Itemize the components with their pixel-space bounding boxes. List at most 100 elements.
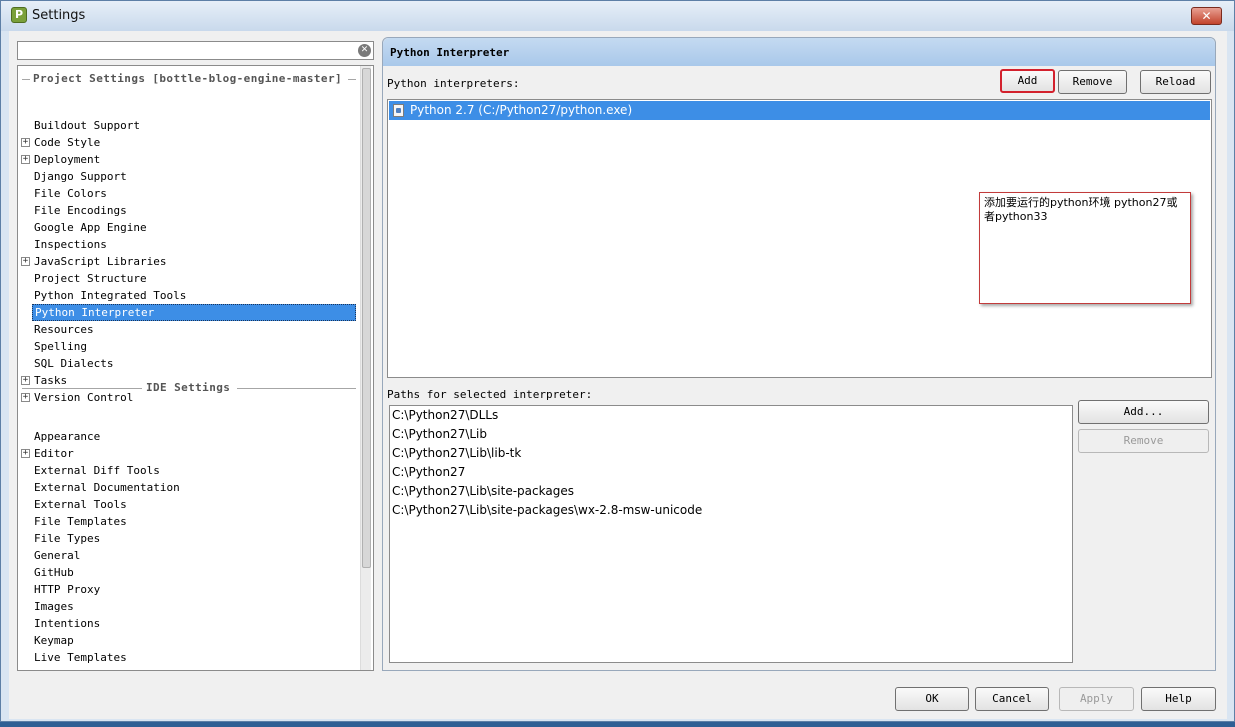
annotation-callout: 添加要运行的python环境 python27或者python33 (979, 192, 1191, 304)
tree-item-label: SQL Dialects (34, 357, 114, 370)
project-settings-header: Project Settings [bottle-blog-engine-mas… (22, 71, 356, 88)
tree-item-live-templates[interactable]: Live Templates (32, 649, 356, 666)
tree-item-label: File Encodings (34, 204, 127, 217)
tree-item-keymap[interactable]: Keymap (32, 632, 356, 649)
tree-item-label: GitHub (34, 566, 74, 579)
tree-item-label: Appearance (34, 430, 101, 443)
tree-item-label: File Templates (34, 515, 127, 528)
tree-item-http-proxy[interactable]: HTTP Proxy (32, 581, 356, 598)
tree-item-label: Resources (34, 323, 94, 336)
panel-title: Python Interpreter (383, 38, 1215, 66)
pycharm-app-icon: P (11, 7, 27, 23)
tree-item-label: External Documentation (34, 481, 180, 494)
interpreter-list: Python 2.7 (C:/Python27/python.exe) 添加要运… (387, 99, 1212, 378)
tree-item-label: Keymap (34, 634, 74, 647)
close-button[interactable]: ✕ (1191, 7, 1222, 25)
expand-plus-icon[interactable]: + (21, 449, 30, 458)
dialog-body: ✕ Project Settings [bottle-blog-engine-m… (9, 31, 1227, 719)
tree-item-resources[interactable]: Resources (32, 321, 356, 338)
tree-item-label: HTTP Proxy (34, 583, 101, 596)
tree-item-django-support[interactable]: Django Support (32, 168, 356, 185)
settings-tree: Project Settings [bottle-blog-engine-mas… (17, 65, 374, 671)
ok-button[interactable]: OK (895, 687, 969, 711)
tree-item-label: Code Style (34, 136, 101, 149)
tree-item-label: Project Structure (34, 272, 147, 285)
add-path-button[interactable]: Add... (1078, 400, 1209, 424)
path-item[interactable]: C:\Python27\Lib (392, 425, 487, 444)
path-item[interactable]: C:\Python27\Lib\site-packages\wx-2.8-msw… (392, 501, 702, 520)
tree-item-google-app-engine[interactable]: Google App Engine (32, 219, 356, 236)
python-file-icon (393, 104, 404, 117)
clear-search-icon[interactable]: ✕ (358, 44, 371, 57)
interpreters-label: Python interpreters: (387, 77, 520, 90)
tree-scrollbar-thumb[interactable] (362, 68, 371, 568)
tree-item-label: Images (34, 600, 74, 613)
tree-item-file-types[interactable]: File Types (32, 530, 356, 547)
tree-item-file-encodings[interactable]: File Encodings (32, 202, 356, 219)
tree-item-code-style[interactable]: + Code Style (21, 134, 356, 151)
tree-item-menus-and-toolbars[interactable]: Menus and Toolbars (32, 666, 356, 670)
cancel-button[interactable]: Cancel (975, 687, 1049, 711)
tree-item-label: Menus and Toolbars (34, 666, 153, 670)
tree-item-label: External Tools (34, 498, 127, 511)
tree-item-sql-dialects[interactable]: SQL Dialects (32, 355, 356, 372)
tree-item-project-structure[interactable]: Project Structure (32, 270, 356, 287)
tree-item-deployment[interactable]: + Deployment (21, 151, 356, 168)
path-item[interactable]: C:\Python27 (392, 463, 465, 482)
tree-item-label: Google App Engine (34, 221, 147, 234)
reload-interpreter-button[interactable]: Reload (1140, 70, 1211, 94)
tree-item-label: General (34, 549, 81, 562)
tree-item-external-documentation[interactable]: External Documentation (32, 479, 356, 496)
ide-settings-header: IDE Settings (22, 380, 356, 397)
tree-item-python-interpreter[interactable]: Python Interpreter (32, 304, 356, 321)
tree-item-github[interactable]: GitHub (32, 564, 356, 581)
tree-item-inspections[interactable]: Inspections (32, 236, 356, 253)
tree-item-general[interactable]: General (32, 547, 356, 564)
remove-path-button[interactable]: Remove (1078, 429, 1209, 453)
tree-item-label: Inspections (34, 238, 107, 251)
tree-item-editor[interactable]: + Editor (21, 445, 356, 462)
tree-item-external-diff-tools[interactable]: External Diff Tools (32, 462, 356, 479)
expand-plus-icon[interactable]: + (21, 155, 30, 164)
path-item[interactable]: C:\Python27\Lib\site-packages (392, 482, 574, 501)
tree-item-label: File Colors (34, 187, 107, 200)
tree-item-python-integrated-tools[interactable]: Python Integrated Tools (32, 287, 356, 304)
tree-item-label: Buildout Support (34, 119, 140, 132)
tree-item-javascript-libraries[interactable]: + JavaScript Libraries (21, 253, 356, 270)
python-interpreter-panel: Python Interpreter Python interpreters: … (382, 37, 1216, 671)
tree-item-label: Deployment (34, 153, 101, 166)
tree-item-images[interactable]: Images (32, 598, 356, 615)
window-title: Settings (32, 8, 86, 23)
paths-label: Paths for selected interpreter: (387, 388, 593, 401)
tree-item-label: Spelling (34, 340, 87, 353)
tree-item-label: Editor (34, 447, 74, 460)
expand-plus-icon[interactable]: + (21, 138, 30, 147)
tree-item-label: JavaScript Libraries (34, 255, 167, 268)
help-button[interactable]: Help (1141, 687, 1216, 711)
path-item[interactable]: C:\Python27\DLLs (392, 406, 498, 425)
tree-item-label: Python Integrated Tools (34, 289, 187, 302)
tree-item-file-colors[interactable]: File Colors (32, 185, 356, 202)
interpreter-row[interactable]: Python 2.7 (C:/Python27/python.exe) (389, 101, 1210, 120)
interpreter-label: Python 2.7 (C:/Python27/python.exe) (410, 103, 633, 117)
path-item[interactable]: C:\Python27\Lib\lib-tk (392, 444, 521, 463)
tree-item-spelling[interactable]: Spelling (32, 338, 356, 355)
tree-item-label: External Diff Tools (34, 464, 160, 477)
tree-item-external-tools[interactable]: External Tools (32, 496, 356, 513)
tree-item-intentions[interactable]: Intentions (32, 615, 356, 632)
interpreter-paths-list: C:\Python27\DLLs C:\Python27\Lib C:\Pyth… (389, 405, 1073, 663)
tree-item-buildout-support[interactable]: Buildout Support (32, 117, 356, 134)
expand-plus-icon[interactable]: + (21, 257, 30, 266)
tree-item-label: Live Templates (34, 651, 127, 664)
title-bar: P Settings ✕ (1, 1, 1234, 31)
settings-search-input[interactable]: ✕ (17, 41, 374, 60)
tree-item-appearance[interactable]: Appearance (32, 428, 356, 445)
remove-interpreter-button[interactable]: Remove (1058, 70, 1127, 94)
tree-item-file-templates[interactable]: File Templates (32, 513, 356, 530)
apply-button[interactable]: Apply (1059, 687, 1134, 711)
tree-item-label: Intentions (34, 617, 101, 630)
tree-scrollbar[interactable] (360, 66, 371, 670)
tree-item-label: Django Support (34, 170, 127, 183)
tree-item-label: File Types (34, 532, 101, 545)
add-interpreter-button[interactable]: Add (1000, 69, 1055, 93)
